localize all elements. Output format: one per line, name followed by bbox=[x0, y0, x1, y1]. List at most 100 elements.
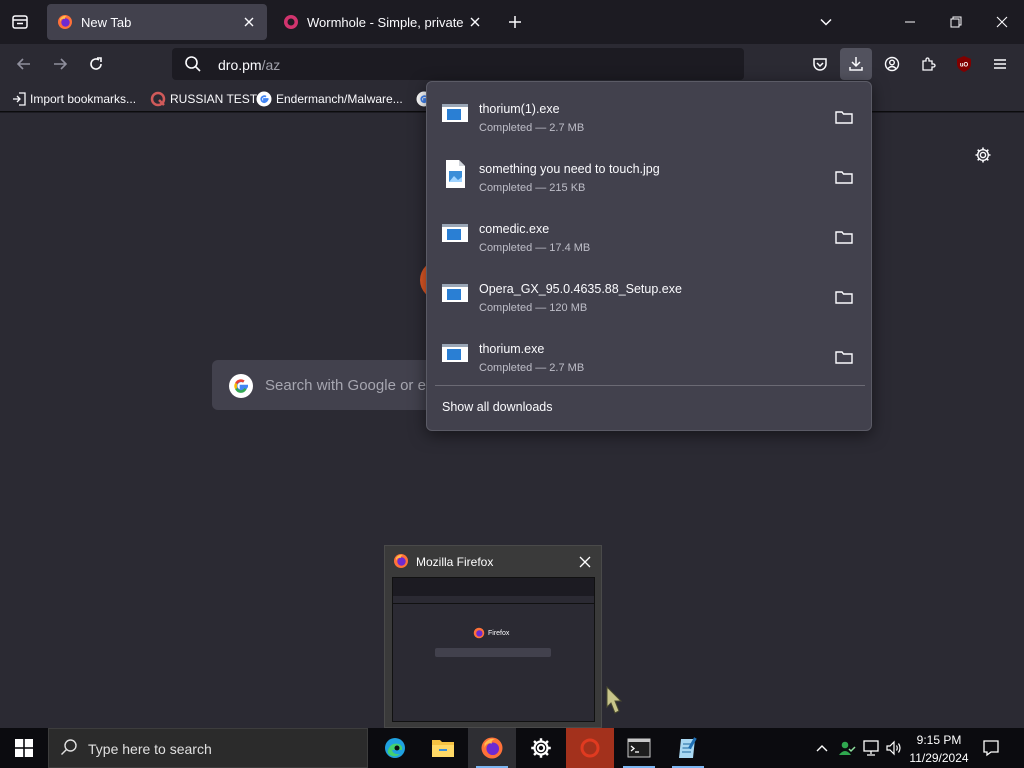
firefox-icon bbox=[481, 737, 503, 759]
tab-wormhole[interactable]: Wormhole - Simple, private file bbox=[273, 4, 493, 40]
close-icon bbox=[470, 17, 480, 27]
folder-icon bbox=[432, 740, 454, 757]
ring-app-icon bbox=[580, 738, 600, 758]
preview-thumb-brand: Firefox bbox=[488, 629, 510, 637]
tab-close-button[interactable] bbox=[241, 14, 257, 30]
bookmark-endermanch-malware[interactable]: Endermanch/Malware... bbox=[256, 90, 403, 108]
network-icon[interactable] bbox=[862, 739, 880, 757]
pocket-button[interactable] bbox=[808, 52, 832, 76]
folder-icon[interactable] bbox=[835, 169, 853, 185]
exe-file-icon bbox=[441, 99, 469, 127]
download-icon bbox=[849, 57, 863, 71]
account-button[interactable] bbox=[880, 52, 904, 76]
notification-center-button[interactable] bbox=[982, 739, 1000, 757]
downloads-button[interactable] bbox=[840, 48, 872, 80]
forward-button[interactable] bbox=[48, 52, 72, 76]
taskbar-file-explorer[interactable] bbox=[419, 728, 467, 768]
url-host: dro.pm bbox=[218, 57, 262, 73]
restore-button[interactable] bbox=[934, 8, 978, 36]
download-item[interactable]: comedic.exe Completed — 17.4 MB bbox=[427, 205, 871, 265]
download-item[interactable]: thorium.exe Completed — 2.7 MB bbox=[427, 325, 871, 385]
start-button[interactable] bbox=[0, 728, 48, 768]
download-status: Completed — 120 MB bbox=[479, 302, 588, 314]
ublock-origin-button[interactable]: uO bbox=[952, 52, 976, 76]
google-icon bbox=[256, 91, 272, 107]
back-button[interactable] bbox=[12, 52, 36, 76]
close-window-button[interactable] bbox=[980, 8, 1024, 36]
bookmark-label: RUSSIAN TEST bbox=[170, 92, 258, 106]
notification-icon bbox=[983, 740, 999, 757]
download-item[interactable]: Opera_GX_95.0.4635.88_Setup.exe Complete… bbox=[427, 265, 871, 325]
downloads-panel: thorium(1).exe Completed — 2.7 MB someth… bbox=[426, 81, 872, 431]
folder-icon[interactable] bbox=[835, 109, 853, 125]
volume-icon[interactable] bbox=[885, 739, 903, 757]
url-path: /az bbox=[261, 57, 281, 73]
tab-close-button[interactable] bbox=[467, 14, 483, 30]
firefox-view-icon bbox=[12, 15, 28, 29]
taskbar-edge[interactable] bbox=[371, 728, 419, 768]
arrow-left-icon bbox=[16, 58, 30, 70]
wormhole-icon bbox=[284, 15, 298, 29]
new-tab-button[interactable] bbox=[503, 10, 527, 34]
reload-button[interactable] bbox=[84, 52, 108, 76]
arrow-right-icon bbox=[54, 58, 68, 70]
people-tray-icon[interactable] bbox=[838, 739, 856, 757]
personalize-button[interactable] bbox=[972, 144, 994, 166]
minimize-button[interactable] bbox=[888, 8, 932, 36]
edge-icon bbox=[385, 738, 405, 758]
search-icon bbox=[184, 55, 202, 73]
firefox-icon bbox=[58, 15, 72, 29]
clock-time[interactable]: 9:15 PM bbox=[908, 733, 970, 747]
gear-icon bbox=[531, 738, 551, 758]
puzzle-icon bbox=[922, 57, 936, 71]
chevron-up-icon bbox=[816, 745, 828, 752]
windows-logo-icon bbox=[15, 739, 33, 757]
show-hidden-icons-button[interactable] bbox=[814, 740, 830, 756]
divider bbox=[435, 385, 865, 386]
folder-icon[interactable] bbox=[835, 349, 853, 365]
google-icon bbox=[228, 373, 254, 399]
taskbar-terminal[interactable] bbox=[615, 728, 663, 768]
tab-new-tab[interactable]: New Tab bbox=[47, 4, 267, 40]
reload-icon bbox=[90, 57, 102, 70]
download-filename: Opera_GX_95.0.4635.88_Setup.exe bbox=[479, 282, 682, 296]
taskbar-firefox[interactable] bbox=[468, 728, 516, 768]
taskbar-notepad[interactable] bbox=[664, 728, 712, 768]
download-filename: thorium(1).exe bbox=[479, 102, 560, 116]
clock-date[interactable]: 11/29/2024 bbox=[904, 751, 974, 765]
app-menu-button[interactable] bbox=[988, 52, 1012, 76]
taskbar-app-red[interactable] bbox=[566, 728, 614, 768]
bookmark-russian-test[interactable]: RUSSIAN TEST bbox=[150, 90, 257, 108]
preview-close-button[interactable] bbox=[576, 553, 594, 571]
extensions-button[interactable] bbox=[916, 52, 940, 76]
close-icon bbox=[244, 17, 254, 27]
taskbar-search-placeholder: Type here to search bbox=[88, 741, 212, 757]
folder-icon[interactable] bbox=[835, 229, 853, 245]
account-icon bbox=[884, 56, 900, 72]
tab-title: Wormhole - Simple, private file bbox=[307, 14, 467, 30]
bookmark-import[interactable]: Import bookmarks... bbox=[12, 90, 136, 108]
notepad-icon bbox=[679, 737, 697, 758]
show-all-downloads-button[interactable]: Show all downloads bbox=[442, 400, 553, 414]
download-item[interactable]: thorium(1).exe Completed — 2.7 MB bbox=[427, 85, 871, 145]
taskbar-settings[interactable] bbox=[517, 728, 565, 768]
terminal-icon bbox=[627, 738, 651, 758]
tab-title: New Tab bbox=[81, 14, 132, 30]
download-item[interactable]: something you need to touch.jpg Complete… bbox=[427, 145, 871, 205]
list-all-tabs-button[interactable] bbox=[814, 10, 838, 34]
download-status: Completed — 17.4 MB bbox=[479, 242, 591, 254]
download-status: Completed — 2.7 MB bbox=[479, 122, 585, 134]
ublock-shield-icon: uO bbox=[957, 56, 971, 72]
bookmark-label: Endermanch/Malware... bbox=[276, 92, 403, 106]
bookmark-label: Import bookmarks... bbox=[30, 92, 137, 106]
folder-icon[interactable] bbox=[835, 289, 853, 305]
preview-thumbnail: Firefox bbox=[392, 577, 595, 722]
close-icon bbox=[579, 556, 591, 568]
url-text[interactable]: dro.pm/az bbox=[218, 57, 280, 73]
exe-file-icon bbox=[441, 219, 469, 247]
firefox-view-button[interactable] bbox=[8, 10, 32, 34]
svg-text:uO: uO bbox=[960, 63, 969, 69]
page-search-placeholder: Search with Google or en bbox=[265, 377, 435, 394]
hamburger-menu-icon bbox=[994, 59, 1006, 69]
import-icon bbox=[13, 92, 26, 106]
